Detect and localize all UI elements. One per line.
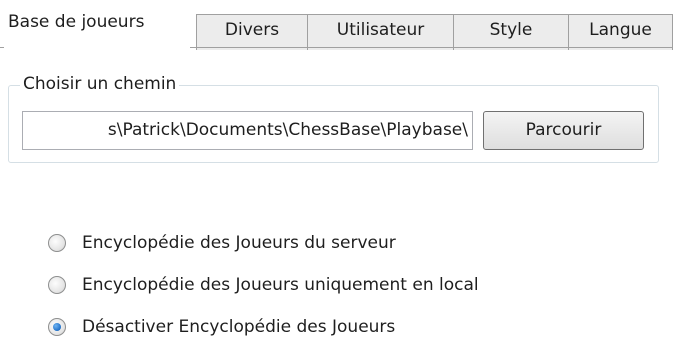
- tab-strip: Base de joueurs Divers Utilisateur Style…: [0, 0, 673, 50]
- tab-baseline-left: [0, 47, 4, 48]
- tab-baseline-right: [190, 47, 673, 48]
- radio-server-icon[interactable]: [48, 234, 66, 252]
- path-group-title: Choisir un chemin: [20, 72, 180, 96]
- path-input-value: s\Patrick\Documents\ChessBase\Playbase\: [107, 120, 468, 140]
- tab-utilisateur[interactable]: Utilisateur: [307, 14, 454, 50]
- option-server-label: Encyclopédie des Joueurs du serveur: [82, 233, 396, 253]
- option-disable-label: Désactiver Encyclopédie des Joueurs: [82, 317, 396, 337]
- browse-button[interactable]: Parcourir: [483, 111, 644, 150]
- path-input[interactable]: s\Patrick\Documents\ChessBase\Playbase\: [22, 111, 473, 150]
- radio-disable-icon[interactable]: [48, 318, 66, 336]
- option-local-label: Encyclopédie des Joueurs uniquement en l…: [82, 275, 479, 295]
- tab-style[interactable]: Style: [453, 14, 569, 50]
- tab-divers[interactable]: Divers: [196, 14, 308, 50]
- tab-base-de-joueurs[interactable]: Base de joueurs: [4, 10, 190, 46]
- tab-langue[interactable]: Langue: [568, 14, 673, 50]
- radio-local-icon[interactable]: [48, 276, 66, 294]
